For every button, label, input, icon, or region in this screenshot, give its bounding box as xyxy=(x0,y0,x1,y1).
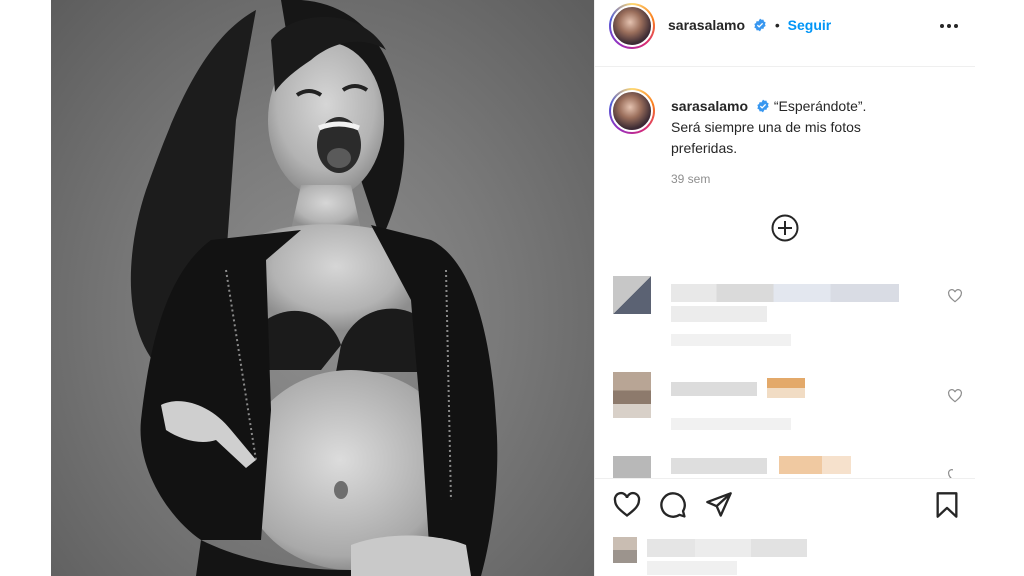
liked-by-text-blurred xyxy=(647,561,737,575)
share-icon[interactable] xyxy=(705,491,733,519)
comment-meta-blurred xyxy=(671,334,791,346)
post-photo-image xyxy=(130,0,498,576)
caption: sarasalamo “Esperándote”. Será siempre u… xyxy=(671,96,931,159)
comment-text-blurred xyxy=(671,284,899,302)
separator-dot: • xyxy=(774,17,780,33)
caption-text-line-3: preferidas. xyxy=(671,140,738,156)
like-icon[interactable] xyxy=(613,491,641,519)
comment-text-blurred xyxy=(779,456,851,474)
comment-item[interactable] xyxy=(613,456,953,478)
post-timestamp[interactable]: 39 sem xyxy=(671,172,710,186)
comment-icon[interactable] xyxy=(659,491,687,519)
follow-button[interactable]: Seguir xyxy=(788,17,832,33)
caption-username[interactable]: sarasalamo xyxy=(671,98,748,114)
header-user-line: sarasalamo • Seguir xyxy=(668,17,831,33)
liked-by-avatar-blurred xyxy=(613,537,637,563)
post-header: sarasalamo • Seguir xyxy=(595,0,975,67)
verified-badge-icon xyxy=(757,99,769,113)
comment-avatar-blurred xyxy=(613,456,651,478)
comment-text-blurred xyxy=(671,382,757,396)
load-more-comments-icon[interactable] xyxy=(771,214,799,242)
comment-text-blurred xyxy=(671,458,767,474)
comment-item[interactable] xyxy=(613,372,962,452)
comment-meta-blurred xyxy=(671,418,791,430)
post-side-panel: sarasalamo • Seguir sarasalamo “Esperánd… xyxy=(594,0,975,576)
comment-text-blurred xyxy=(767,378,805,398)
liked-by-text-blurred xyxy=(647,539,807,557)
author-avatar[interactable] xyxy=(609,3,655,49)
comment-like-icon[interactable] xyxy=(947,388,963,404)
caption-text-line-2: Será siempre una de mis fotos xyxy=(671,119,861,135)
comment-avatar-blurred xyxy=(613,276,651,314)
verified-badge-icon xyxy=(754,18,766,32)
post-photo[interactable] xyxy=(51,0,594,576)
more-options-icon[interactable] xyxy=(936,16,962,36)
caption-author-avatar[interactable] xyxy=(609,88,655,134)
author-username[interactable]: sarasalamo xyxy=(668,17,745,33)
comment-text-blurred xyxy=(671,306,767,322)
comment-like-icon[interactable] xyxy=(947,288,963,304)
save-icon[interactable] xyxy=(933,491,961,519)
comment-item[interactable] xyxy=(613,276,962,356)
post-action-bar xyxy=(595,478,975,576)
comment-avatar-blurred xyxy=(613,372,651,418)
comment-like-icon[interactable] xyxy=(947,468,953,478)
caption-text-line-1: “Esperándote”. xyxy=(773,98,867,114)
